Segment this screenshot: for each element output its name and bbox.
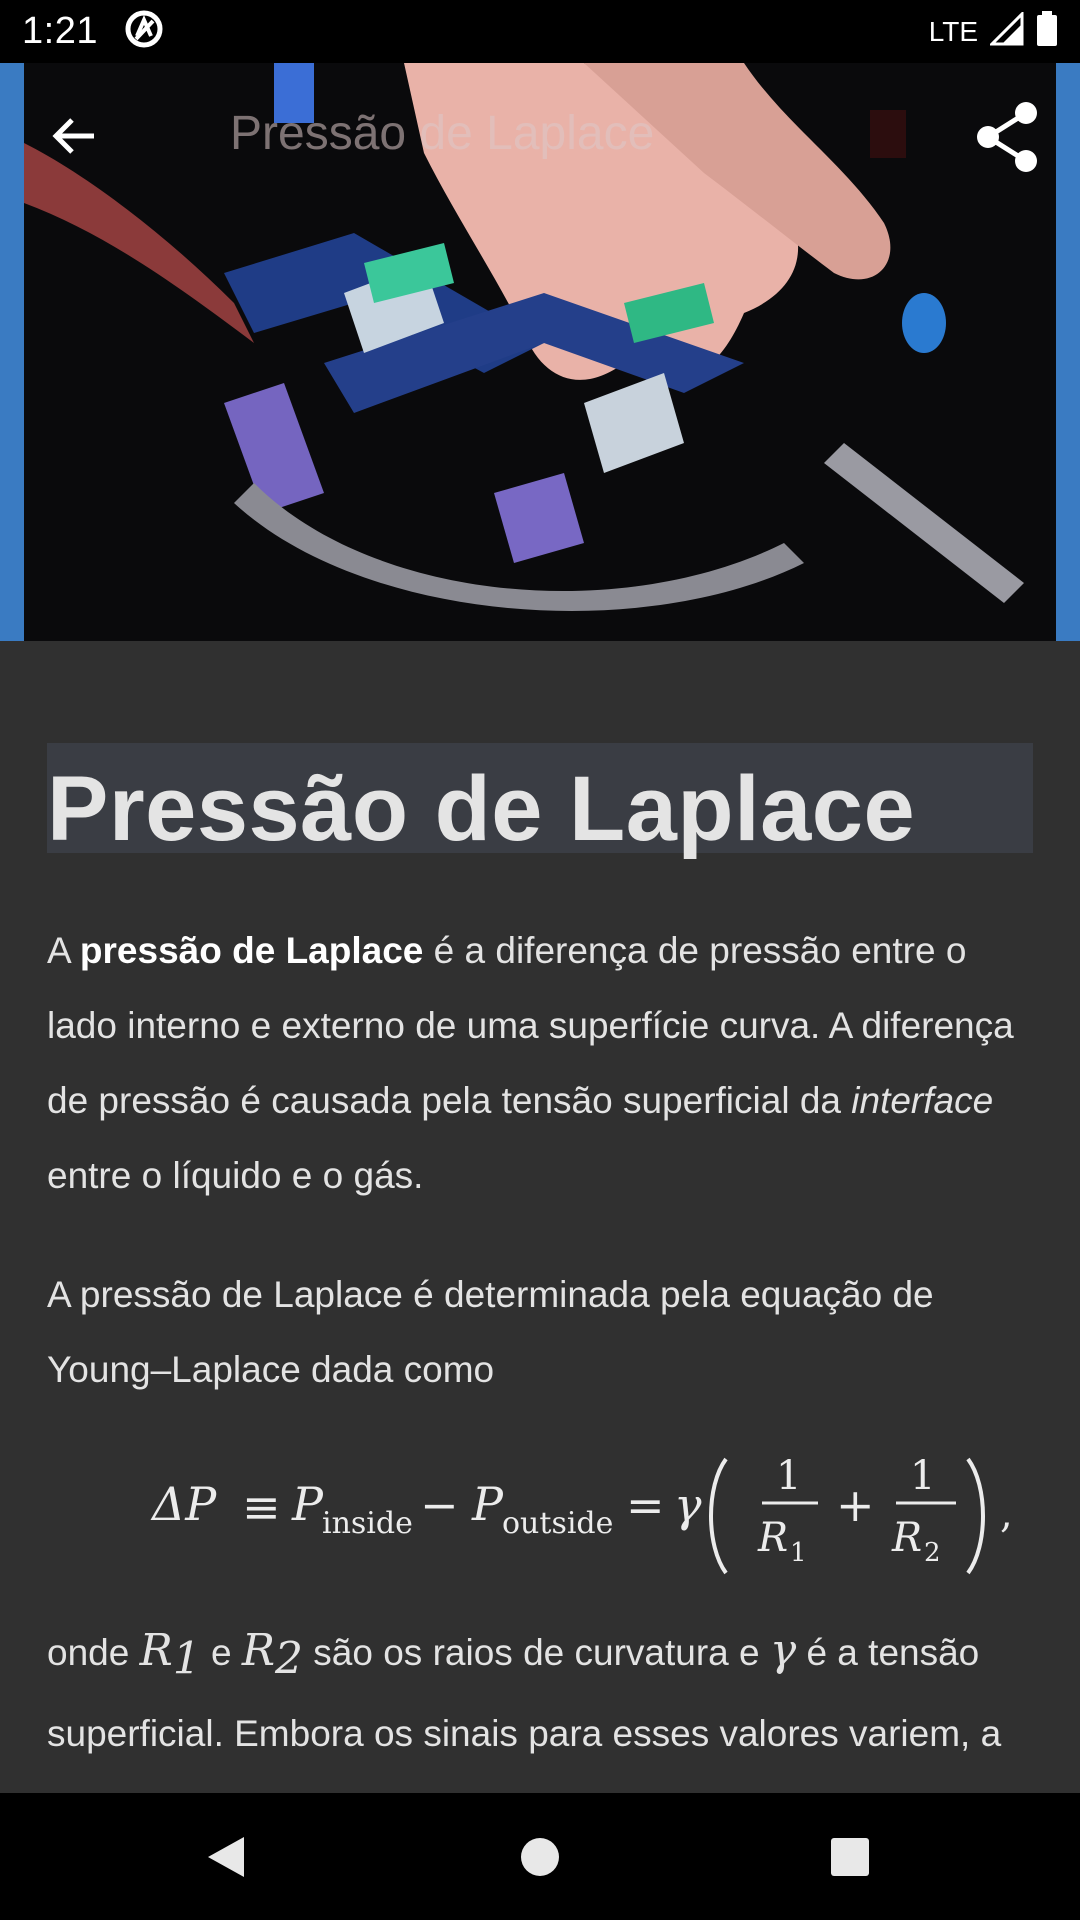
notification-a-icon <box>124 9 164 54</box>
bold-term: pressão de Laplace <box>79 930 424 971</box>
back-button[interactable] <box>44 100 104 172</box>
article-title-highlight: Pressão de Laplace <box>47 743 1033 860</box>
nav-home-button[interactable] <box>512 1829 568 1885</box>
paragraph-explanation: onde R1 e R2 são os raios de curvatura e… <box>47 1625 1002 1793</box>
battery-icon <box>1036 11 1058 52</box>
svg-text:≡: ≡ <box>242 1480 281 1534</box>
svg-text:1: 1 <box>776 1453 801 1499</box>
svg-text:1: 1 <box>910 1453 935 1499</box>
nav-home-icon <box>521 1838 559 1876</box>
article-title: Pressão de Laplace <box>47 758 916 860</box>
bookmark-icon[interactable] <box>870 110 906 158</box>
navigation-bar <box>0 1793 1080 1920</box>
svg-text:+: + <box>836 1478 875 1532</box>
svg-text:R: R <box>757 1515 788 1561</box>
paragraph-intro: A pressão de Laplace é a diferença de pr… <box>47 930 1014 1196</box>
nav-recents-button[interactable] <box>822 1829 878 1885</box>
nav-back-icon <box>208 1837 244 1877</box>
svg-text:P: P <box>471 1477 504 1531</box>
status-time: 1:21 <box>22 10 98 52</box>
young-laplace-formula: ΔP ≡ P inside − P outside = γ 1 R 1 + 1 … <box>150 1441 1030 1581</box>
svg-text:2: 2 <box>924 1538 941 1568</box>
signal-icon <box>988 10 1024 51</box>
svg-text:−: − <box>420 1478 459 1532</box>
toolbar-title: Pressão de Laplace <box>230 107 655 160</box>
svg-text:γ: γ <box>674 1478 702 1532</box>
svg-text:outside: outside <box>502 1506 613 1541</box>
svg-text:R: R <box>891 1515 922 1561</box>
article-content: Pressão de Laplace A pressão de Laplace … <box>0 641 1080 1793</box>
svg-text:1: 1 <box>790 1538 807 1568</box>
italic-term: interface <box>851 1080 994 1121</box>
svg-text:=: = <box>626 1478 665 1532</box>
nav-recents-icon <box>831 1838 869 1876</box>
arrow-back-icon <box>52 118 94 154</box>
nav-back-button[interactable] <box>198 1829 254 1885</box>
svg-text:P: P <box>291 1477 324 1531</box>
network-type: LTE <box>928 15 978 47</box>
share-icon <box>977 102 1037 172</box>
share-button[interactable] <box>972 98 1042 176</box>
svg-text:,: , <box>1000 1491 1013 1537</box>
paragraph-equation-intro: A pressão de Laplace é determinada pela … <box>47 1274 934 1390</box>
svg-text:ΔP: ΔP <box>150 1477 217 1531</box>
status-bar: 1:21 LTE <box>0 0 1080 63</box>
svg-text:inside: inside <box>322 1506 413 1541</box>
